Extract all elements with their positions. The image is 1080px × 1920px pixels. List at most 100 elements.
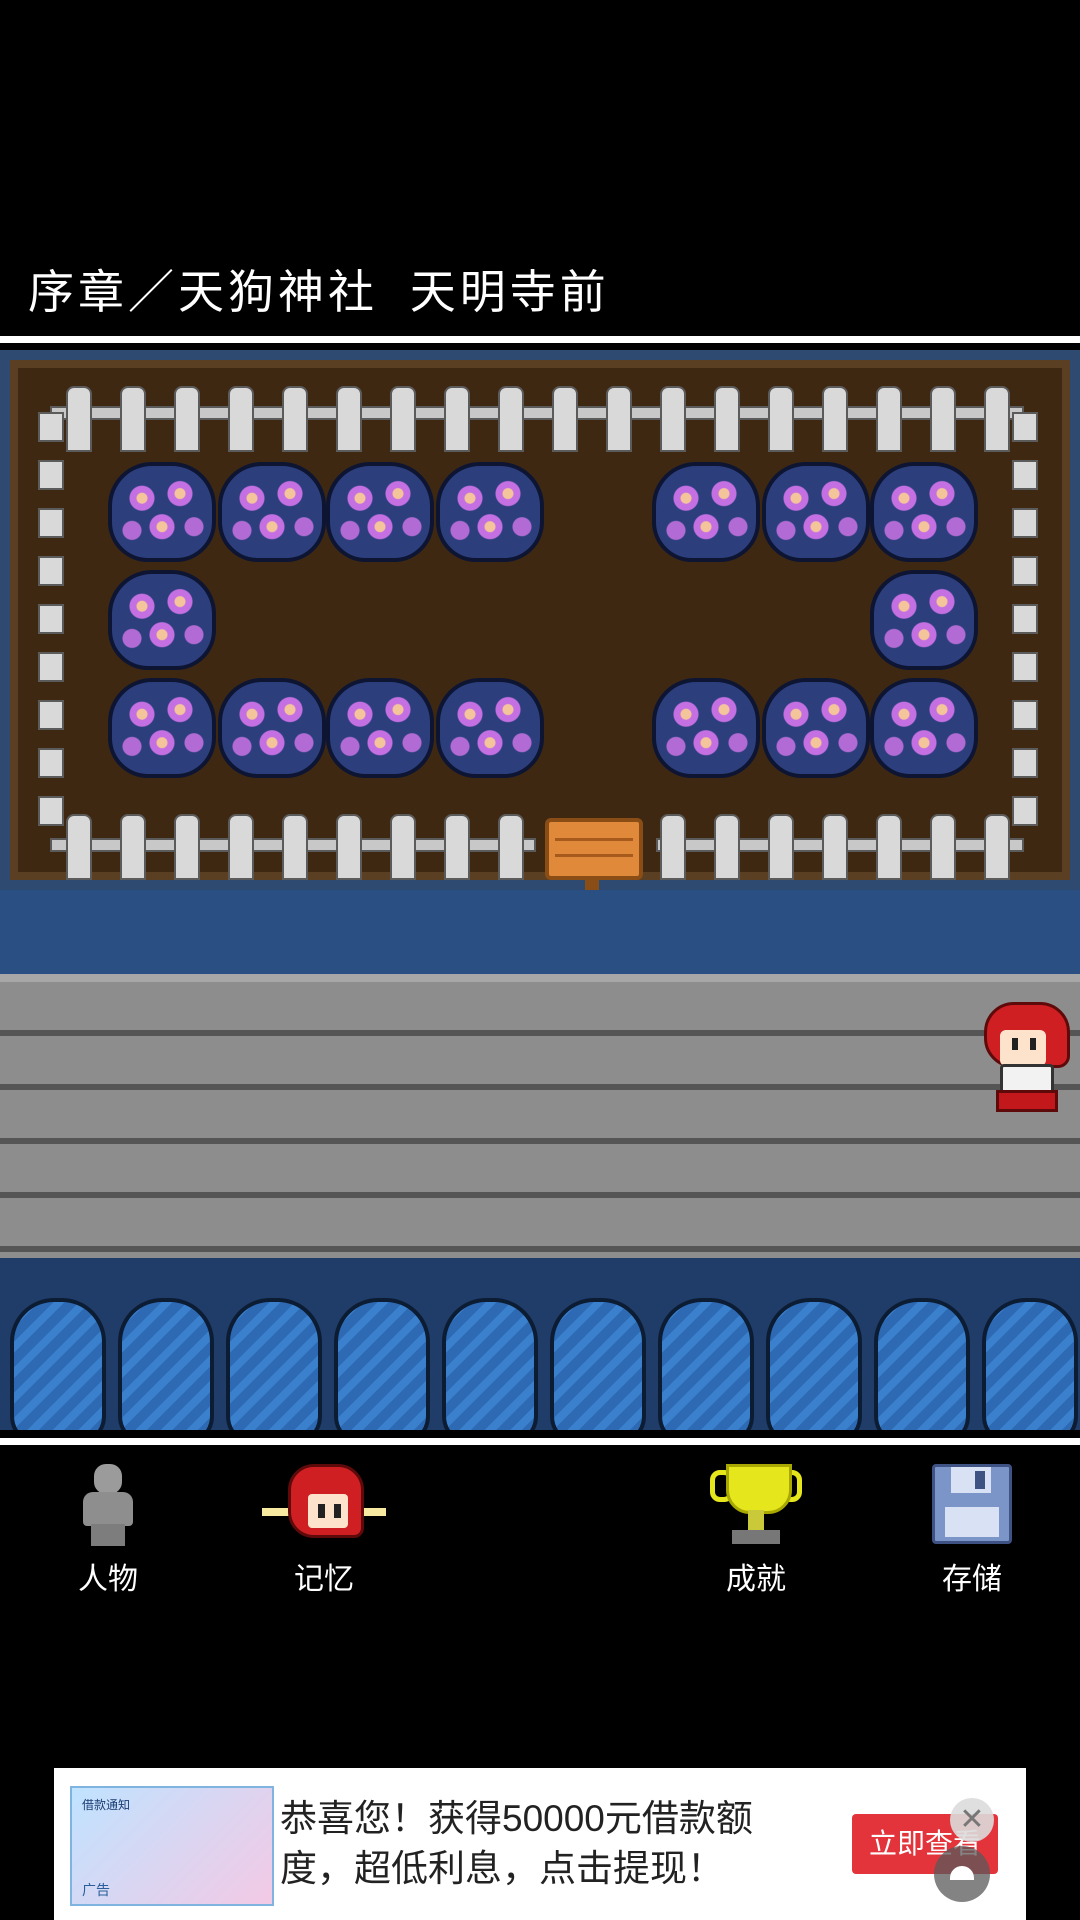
- fence-post: [1012, 796, 1038, 826]
- fence-picket: [336, 386, 362, 452]
- flower-bush: [762, 678, 870, 778]
- fence-post: [38, 700, 64, 730]
- fence-picket: [228, 386, 254, 452]
- flower-bush: [436, 462, 544, 562]
- fence-post: [1012, 460, 1038, 490]
- memories-label: 记忆: [294, 1562, 354, 1597]
- stone-walkway[interactable]: [0, 974, 1080, 1282]
- flower-bush: [870, 462, 978, 562]
- player-face: [1000, 1030, 1046, 1066]
- characters-button[interactable]: 人物: [38, 1460, 178, 1600]
- flower-bush: [652, 462, 760, 562]
- floppy-disk-icon: [932, 1464, 1012, 1544]
- ad-thumbnail: 借款通知 广告: [70, 1786, 274, 1906]
- fence-post: [38, 412, 64, 442]
- fence-post: [1012, 700, 1038, 730]
- fence-picket: [984, 814, 1010, 880]
- memories-button[interactable]: 记忆: [254, 1460, 394, 1600]
- fence-picket: [984, 386, 1010, 452]
- fence-post: [1012, 556, 1038, 586]
- fence-picket: [66, 386, 92, 452]
- fence-picket: [390, 814, 416, 880]
- fence-post: [1012, 652, 1038, 682]
- ad-close-button[interactable]: ✕: [950, 1798, 994, 1842]
- fence-post: [38, 652, 64, 682]
- fence-picket: [930, 386, 956, 452]
- hedge-tree: [442, 1298, 538, 1430]
- flower-bush: [326, 462, 434, 562]
- ad-logo-icon: [934, 1846, 990, 1902]
- fence-picket: [282, 814, 308, 880]
- flower-bush: [652, 678, 760, 778]
- bottom-divider: [0, 1438, 1080, 1445]
- fence-picket: [282, 386, 308, 452]
- save-button[interactable]: 存储: [902, 1460, 1042, 1600]
- hedge-tree: [982, 1298, 1078, 1430]
- fence-post: [1012, 412, 1038, 442]
- game-map-view[interactable]: [0, 350, 1080, 1430]
- fence-picket: [876, 814, 902, 880]
- location-title: 序章／天狗神社 天明寺前: [28, 265, 610, 319]
- water-strip: [0, 890, 1080, 974]
- flower-bush: [108, 462, 216, 562]
- ad-tag: 广告: [82, 1882, 110, 1898]
- hedge-tree: [550, 1298, 646, 1430]
- flower-bush: [870, 678, 978, 778]
- hedge-tree: [118, 1298, 214, 1430]
- fence-picket: [552, 386, 578, 452]
- flower-bush: [218, 462, 326, 562]
- fence-picket: [768, 386, 794, 452]
- hedge-tree: [658, 1298, 754, 1430]
- flower-bush: [436, 678, 544, 778]
- hedge-tree: [334, 1298, 430, 1430]
- heroine-portrait-icon: [262, 1464, 386, 1544]
- fence-picket: [444, 386, 470, 452]
- fence-picket: [930, 814, 956, 880]
- fence-picket: [498, 386, 524, 452]
- save-label: 存储: [942, 1562, 1002, 1597]
- fence-picket: [876, 386, 902, 452]
- fence-picket: [714, 814, 740, 880]
- flower-bush: [218, 678, 326, 778]
- fence-picket: [660, 386, 686, 452]
- fence-post: [1012, 508, 1038, 538]
- fence-post: [38, 460, 64, 490]
- fence-picket: [822, 386, 848, 452]
- flower-bush: [326, 678, 434, 778]
- fence-picket: [660, 814, 686, 880]
- hedge-tree: [874, 1298, 970, 1430]
- player-eye-right: [1030, 1038, 1036, 1050]
- fence-picket: [822, 814, 848, 880]
- hedge-tree: [226, 1298, 322, 1430]
- achievements-label: 成就: [726, 1562, 786, 1597]
- fence-picket: [606, 386, 632, 452]
- player-skirt: [996, 1090, 1058, 1112]
- trophy-icon: [708, 1464, 804, 1548]
- fence-picket: [768, 814, 794, 880]
- characters-label: 人物: [78, 1562, 138, 1597]
- hedge-tree: [766, 1298, 862, 1430]
- fence-picket: [174, 814, 200, 880]
- ad-thumbnail-title: 借款通知: [82, 1798, 131, 1812]
- fence-picket: [498, 814, 524, 880]
- fence-picket: [66, 814, 92, 880]
- fence-picket: [174, 386, 200, 452]
- flower-bush: [870, 570, 978, 670]
- flower-bush: [762, 462, 870, 562]
- top-divider: [0, 336, 1080, 343]
- fence-picket: [714, 386, 740, 452]
- player-character-sprite[interactable]: [978, 1002, 1070, 1112]
- ad-banner[interactable]: 借款通知 广告 恭喜您！获得50000元借款额度，超低利息，点击提现！ 立即查看…: [54, 1768, 1026, 1920]
- fence-post: [38, 796, 64, 826]
- fence-picket: [336, 814, 362, 880]
- person-silhouette-icon: [73, 1464, 143, 1546]
- fence-picket: [444, 814, 470, 880]
- flower-bush: [108, 678, 216, 778]
- hedge-tree: [10, 1298, 106, 1430]
- fence-picket: [120, 386, 146, 452]
- fence-picket: [120, 814, 146, 880]
- player-eye-left: [1012, 1038, 1018, 1050]
- achievements-button[interactable]: 成就: [686, 1460, 826, 1600]
- fence-post: [1012, 604, 1038, 634]
- fence-post: [38, 748, 64, 778]
